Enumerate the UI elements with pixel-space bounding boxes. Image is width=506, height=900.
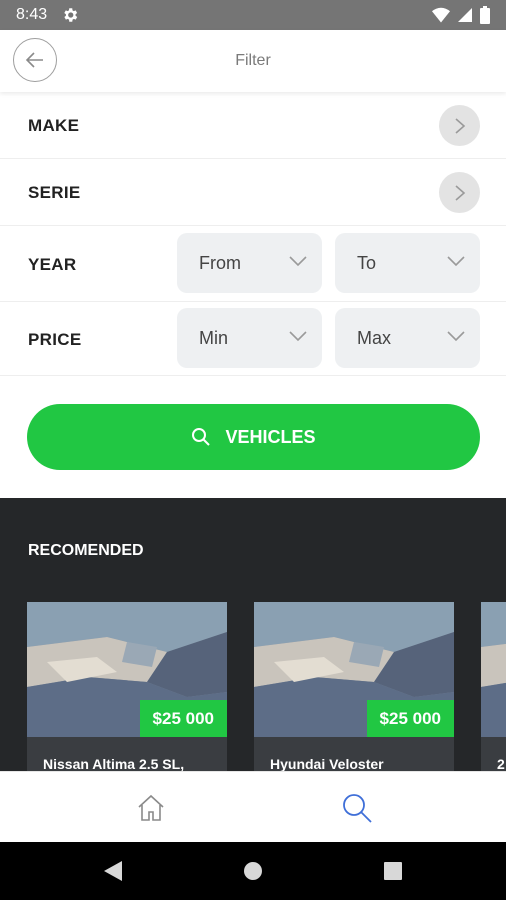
gear-icon <box>64 8 78 22</box>
search-vehicles-button[interactable]: VEHICLES <box>27 404 480 470</box>
home-icon <box>137 794 164 821</box>
system-recents-button[interactable] <box>363 842 423 900</box>
vehicle-name: Hyundai Veloster <box>270 756 384 771</box>
vehicle-name: Nissan Altima 2.5 SL, <box>43 756 185 771</box>
year-row: YEAR From To <box>0 226 506 302</box>
price-row: PRICE Min Max <box>0 302 506 376</box>
system-nav-bar <box>0 842 506 900</box>
chevron-down-icon <box>447 256 465 267</box>
signal-icon <box>458 8 472 22</box>
chevron-down-icon <box>447 331 465 342</box>
serie-row[interactable]: SERIE <box>0 159 506 226</box>
year-from-select[interactable]: From <box>177 233 322 293</box>
vehicle-card[interactable]: $25 000 Nissan Altima 2.5 SL, <box>27 602 227 771</box>
wifi-icon <box>432 7 450 23</box>
square-recents-icon <box>384 862 402 880</box>
make-select-button[interactable] <box>439 105 480 146</box>
circle-home-icon <box>244 862 262 880</box>
chevron-right-icon <box>454 184 465 201</box>
price-min-placeholder: Min <box>199 327 229 348</box>
year-to-select[interactable]: To <box>335 233 480 293</box>
page-title: Filter <box>235 52 271 69</box>
chevron-down-icon <box>289 256 307 267</box>
year-to-placeholder: To <box>357 252 377 273</box>
vehicle-image <box>481 602 506 737</box>
price-max-placeholder: Max <box>357 327 392 348</box>
battery-icon <box>480 6 490 24</box>
nav-search[interactable] <box>230 772 483 843</box>
price-max-select[interactable]: Max <box>335 308 480 368</box>
recommended-title: RECOMENDED <box>28 542 144 559</box>
system-back-button[interactable] <box>83 842 143 900</box>
search-button-label: VEHICLES <box>225 426 316 447</box>
make-row[interactable]: MAKE <box>0 92 506 159</box>
price-badge: $25 000 <box>366 700 454 737</box>
status-bar: 8:43 <box>0 0 506 30</box>
vehicle-name: 2 <box>497 756 505 771</box>
year-label: YEAR <box>28 255 77 274</box>
make-label: MAKE <box>28 116 80 135</box>
serie-select-button[interactable] <box>439 172 480 213</box>
status-time: 8:43 <box>16 6 48 23</box>
triangle-back-icon <box>104 861 122 881</box>
vehicle-card[interactable]: 2 <box>481 602 506 771</box>
serie-label: SERIE <box>28 183 81 202</box>
year-from-placeholder: From <box>199 252 241 273</box>
chevron-right-icon <box>454 117 465 134</box>
price-label: PRICE <box>28 330 82 349</box>
recommended-section: RECOMENDED $25 000 Nissan Altima 2.5 SL,… <box>0 498 506 771</box>
price-badge: $25 000 <box>139 700 227 737</box>
price-min-select[interactable]: Min <box>177 308 322 368</box>
search-icon <box>192 428 211 446</box>
system-home-button[interactable] <box>223 842 283 900</box>
filter-header: Filter <box>0 30 506 92</box>
chevron-down-icon <box>289 331 307 342</box>
bottom-nav <box>0 771 506 842</box>
vehicle-card[interactable]: $25 000 Hyundai Veloster <box>254 602 454 771</box>
search-icon <box>342 793 372 823</box>
